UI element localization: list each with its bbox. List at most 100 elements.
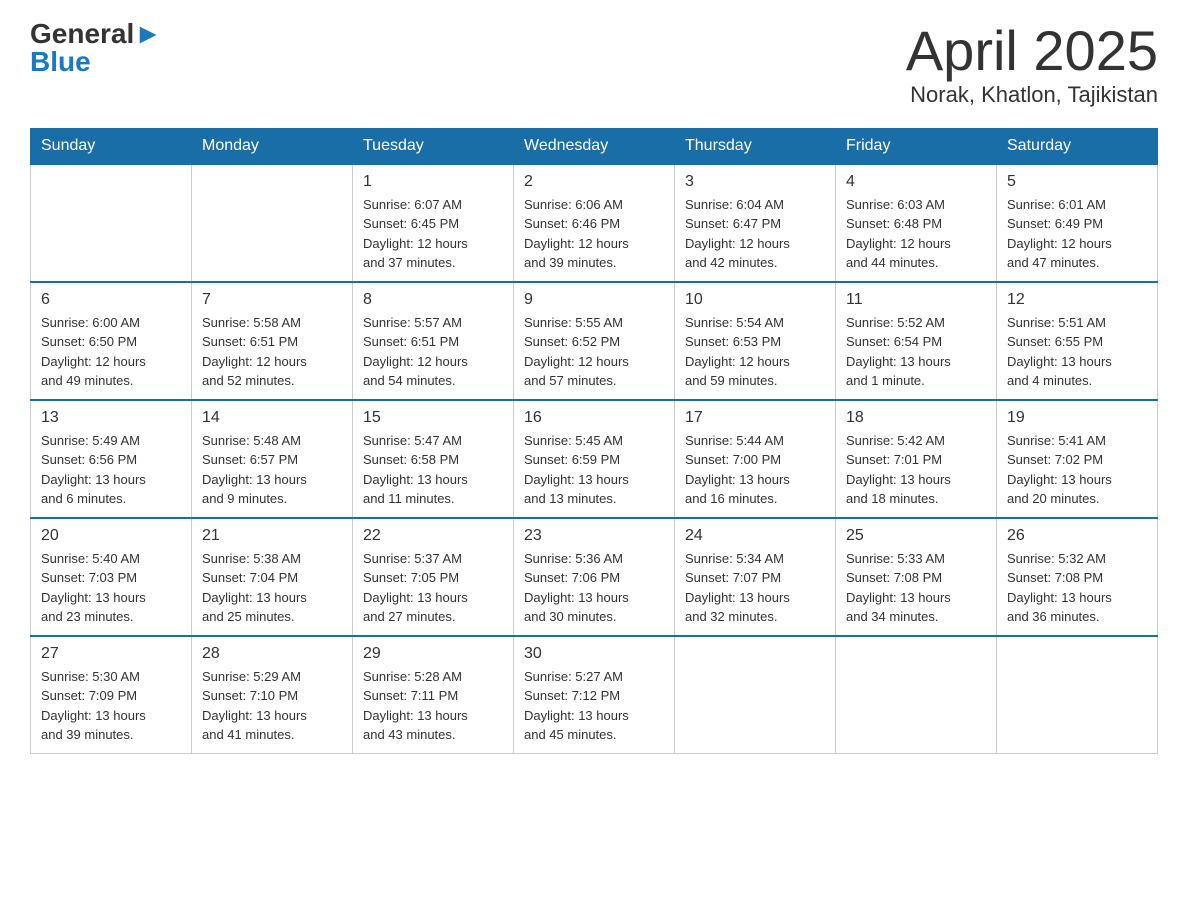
day-info: Sunrise: 6:01 AM Sunset: 6:49 PM Dayligh… [1007,195,1147,273]
day-info: Sunrise: 5:40 AM Sunset: 7:03 PM Dayligh… [41,549,181,627]
day-info: Sunrise: 5:28 AM Sunset: 7:11 PM Dayligh… [363,667,503,745]
day-number: 2 [524,173,664,191]
day-info: Sunrise: 5:57 AM Sunset: 6:51 PM Dayligh… [363,313,503,391]
day-number: 1 [363,173,503,191]
day-info: Sunrise: 5:49 AM Sunset: 6:56 PM Dayligh… [41,431,181,509]
calendar-cell: 12Sunrise: 5:51 AM Sunset: 6:55 PM Dayli… [997,282,1158,400]
logo-line2: Blue [30,48,91,76]
day-number: 15 [363,409,503,427]
logo: General► Blue [30,20,162,76]
day-number: 10 [685,291,825,309]
calendar-cell: 29 Sunrise: 5:28 AM Sunset: 7:11 PM Dayli… [353,636,514,754]
day-info: Sunrise: 5:48 AM Sunset: 6:57 PM Dayligh… [202,431,342,509]
logo-line1: General► [30,20,162,48]
day-number: 8 [363,291,503,309]
calendar-cell: 1Sunrise: 6:07 AM Sunset: 6:45 PM Daylig… [353,164,514,282]
day-number: 16 [524,409,664,427]
calendar-cell: 30Sunrise: 5:27 AM Sunset: 7:12 PM Dayli… [514,636,675,754]
day-info: Sunrise: 6:06 AM Sunset: 6:46 PM Dayligh… [524,195,664,273]
calendar-cell: 20 Sunrise: 5:40 AM Sunset: 7:03 PM Dayli… [31,518,192,636]
day-info: Sunrise: 5:32 AM Sunset: 7:08 PM Dayligh… [1007,549,1147,627]
day-number: 25 [846,527,986,545]
calendar-cell: 4 Sunrise: 6:03 AM Sunset: 6:48 PM Daylig… [836,164,997,282]
day-info: Sunrise: 5:58 AM Sunset: 6:51 PM Dayligh… [202,313,342,391]
calendar-cell: 3 Sunrise: 6:04 AM Sunset: 6:47 PM Daylig… [675,164,836,282]
day-info: Sunrise: 5:33 AM Sunset: 7:08 PM Dayligh… [846,549,986,627]
weekday-header-thursday: Thursday [675,128,836,164]
day-number: 29 [363,645,503,663]
day-number: 11 [846,291,986,309]
month-title: April 2025 [906,20,1158,82]
calendar-cell: 18 Sunrise: 5:42 AM Sunset: 7:01 PM Dayli… [836,400,997,518]
calendar-cell: 14 Sunrise: 5:48 AM Sunset: 6:57 PM Dayli… [192,400,353,518]
day-info: Sunrise: 5:38 AM Sunset: 7:04 PM Dayligh… [202,549,342,627]
day-info: Sunrise: 5:37 AM Sunset: 7:05 PM Dayligh… [363,549,503,627]
day-number: 28 [202,645,342,663]
calendar-cell: 23 Sunrise: 5:36 AM Sunset: 7:06 PM Dayli… [514,518,675,636]
day-number: 13 [41,409,181,427]
day-info: Sunrise: 5:54 AM Sunset: 6:53 PM Dayligh… [685,313,825,391]
weekday-header-wednesday: Wednesday [514,128,675,164]
page-header: General► Blue April 2025 Norak, Khatlon,… [30,20,1158,108]
calendar-cell: 5 Sunrise: 6:01 AM Sunset: 6:49 PM Daylig… [997,164,1158,282]
day-number: 22 [363,527,503,545]
calendar-cell: 7Sunrise: 5:58 AM Sunset: 6:51 PM Daylig… [192,282,353,400]
day-info: Sunrise: 5:36 AM Sunset: 7:06 PM Dayligh… [524,549,664,627]
day-info: Sunrise: 5:45 AM Sunset: 6:59 PM Dayligh… [524,431,664,509]
day-number: 6 [41,291,181,309]
calendar-cell: 27 Sunrise: 5:30 AM Sunset: 7:09 PM Dayli… [31,636,192,754]
day-number: 20 [41,527,181,545]
calendar-cell: 6Sunrise: 6:00 AM Sunset: 6:50 PM Daylig… [31,282,192,400]
calendar-cell: 13 Sunrise: 5:49 AM Sunset: 6:56 PM Dayli… [31,400,192,518]
day-number: 14 [202,409,342,427]
day-number: 9 [524,291,664,309]
day-info: Sunrise: 5:34 AM Sunset: 7:07 PM Dayligh… [685,549,825,627]
calendar-cell [997,636,1158,754]
day-info: Sunrise: 5:27 AM Sunset: 7:12 PM Dayligh… [524,667,664,745]
calendar-cell: 26 Sunrise: 5:32 AM Sunset: 7:08 PM Dayli… [997,518,1158,636]
calendar-week-1: 1Sunrise: 6:07 AM Sunset: 6:45 PM Daylig… [31,164,1158,282]
day-number: 3 [685,173,825,191]
day-info: Sunrise: 6:03 AM Sunset: 6:48 PM Dayligh… [846,195,986,273]
weekday-header-sunday: Sunday [31,128,192,164]
day-info: Sunrise: 5:44 AM Sunset: 7:00 PM Dayligh… [685,431,825,509]
title-block: April 2025 Norak, Khatlon, Tajikistan [906,20,1158,108]
day-info: Sunrise: 5:47 AM Sunset: 6:58 PM Dayligh… [363,431,503,509]
calendar-cell: 28 Sunrise: 5:29 AM Sunset: 7:10 PM Dayli… [192,636,353,754]
calendar-cell: 2 Sunrise: 6:06 AM Sunset: 6:46 PM Daylig… [514,164,675,282]
calendar-table: SundayMondayTuesdayWednesdayThursdayFrid… [30,128,1158,754]
day-info: Sunrise: 5:42 AM Sunset: 7:01 PM Dayligh… [846,431,986,509]
calendar-cell: 15 Sunrise: 5:47 AM Sunset: 6:58 PM Dayli… [353,400,514,518]
day-number: 23 [524,527,664,545]
calendar-week-4: 20 Sunrise: 5:40 AM Sunset: 7:03 PM Dayli… [31,518,1158,636]
weekday-header-monday: Monday [192,128,353,164]
logo-arrow: ► [134,18,162,49]
calendar-cell: 17 Sunrise: 5:44 AM Sunset: 7:00 PM Dayli… [675,400,836,518]
day-info: Sunrise: 5:29 AM Sunset: 7:10 PM Dayligh… [202,667,342,745]
calendar-cell: 21 Sunrise: 5:38 AM Sunset: 7:04 PM Dayli… [192,518,353,636]
calendar-cell: 24Sunrise: 5:34 AM Sunset: 7:07 PM Dayli… [675,518,836,636]
day-number: 21 [202,527,342,545]
day-info: Sunrise: 6:04 AM Sunset: 6:47 PM Dayligh… [685,195,825,273]
calendar-cell: 25 Sunrise: 5:33 AM Sunset: 7:08 PM Dayli… [836,518,997,636]
day-info: Sunrise: 5:55 AM Sunset: 6:52 PM Dayligh… [524,313,664,391]
day-info: Sunrise: 5:52 AM Sunset: 6:54 PM Dayligh… [846,313,986,391]
day-number: 18 [846,409,986,427]
weekday-header-saturday: Saturday [997,128,1158,164]
day-number: 4 [846,173,986,191]
calendar-cell: 19Sunrise: 5:41 AM Sunset: 7:02 PM Dayli… [997,400,1158,518]
calendar-cell: 11 Sunrise: 5:52 AM Sunset: 6:54 PM Dayli… [836,282,997,400]
day-info: Sunrise: 5:30 AM Sunset: 7:09 PM Dayligh… [41,667,181,745]
weekday-header-tuesday: Tuesday [353,128,514,164]
calendar-week-5: 27 Sunrise: 5:30 AM Sunset: 7:09 PM Dayli… [31,636,1158,754]
weekday-header-row: SundayMondayTuesdayWednesdayThursdayFrid… [31,128,1158,164]
calendar-cell [192,164,353,282]
day-info: Sunrise: 5:41 AM Sunset: 7:02 PM Dayligh… [1007,431,1147,509]
calendar-cell [836,636,997,754]
day-number: 17 [685,409,825,427]
day-number: 26 [1007,527,1147,545]
day-number: 5 [1007,173,1147,191]
calendar-cell: 9 Sunrise: 5:55 AM Sunset: 6:52 PM Daylig… [514,282,675,400]
day-number: 27 [41,645,181,663]
calendar-cell [31,164,192,282]
